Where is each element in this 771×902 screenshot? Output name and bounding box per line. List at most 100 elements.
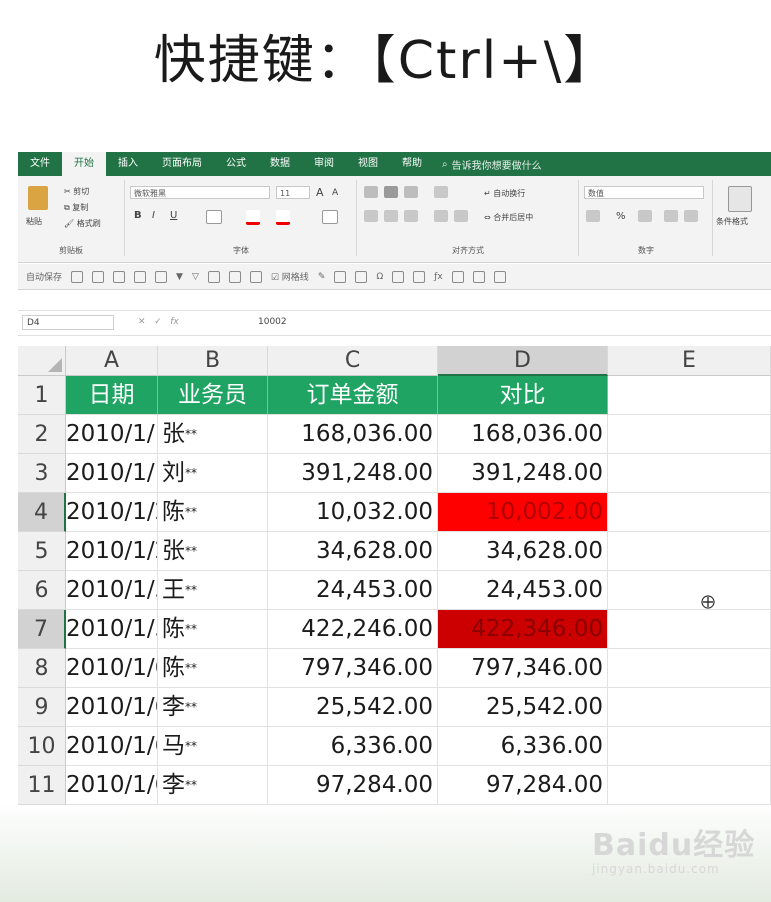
select-all-corner[interactable] [18,346,66,376]
font-color-icon[interactable] [276,210,290,225]
filter-icon[interactable]: ▼ [176,272,183,282]
format-painter-button[interactable]: 🖌 格式刷 [64,218,101,229]
tab-6[interactable]: 审阅 [302,152,346,176]
cell-a4[interactable]: 2010/1/2 [66,493,158,532]
column-header-d[interactable]: D [438,346,608,376]
cell-a11[interactable]: 2010/1/6 [66,766,158,805]
border-icon[interactable] [206,210,222,224]
cell-c5[interactable]: 34,628.00 [268,532,438,571]
conditional-formatting-icon[interactable] [728,186,752,212]
cell-b8[interactable]: 陈** [158,649,268,688]
cell-e7[interactable] [608,610,771,649]
currency-icon[interactable] [586,210,600,222]
row-header[interactable]: 5 [18,532,66,571]
cell-b6[interactable]: 王** [158,571,268,610]
cell-b3[interactable]: 刘** [158,454,268,493]
pivot-icon[interactable] [451,270,464,283]
decrease-decimal-icon[interactable] [684,210,698,222]
cell-b7[interactable]: 陈** [158,610,268,649]
align-center-icon[interactable] [384,210,398,222]
tab-4[interactable]: 公式 [214,152,258,176]
tab-2[interactable]: 插入 [106,152,150,176]
cell-e11[interactable] [608,766,771,805]
tell-me-box[interactable]: ⌕ 告诉我你想要做什么 [442,157,542,172]
cell-b10[interactable]: 马** [158,727,268,766]
cell-c8[interactable]: 797,346.00 [268,649,438,688]
align-top-icon[interactable] [364,186,378,198]
italic-button[interactable]: I [152,210,155,221]
orientation-icon[interactable] [434,186,448,198]
cell-e2[interactable] [608,415,771,454]
row-header[interactable]: 7 [18,610,66,649]
fill-color-icon[interactable] [246,210,260,225]
freeze-icon[interactable] [472,270,485,283]
cell-b1[interactable]: 业务员 [158,376,268,415]
cell-d5[interactable]: 34,628.00 [438,532,608,571]
cell-d4[interactable]: 10,002.00 [438,493,608,532]
comma-icon[interactable] [638,210,652,222]
row-header[interactable]: 10 [18,727,66,766]
cell-a10[interactable]: 2010/1/6 [66,727,158,766]
table-icon[interactable] [249,270,262,283]
print-icon[interactable] [155,270,168,283]
print-preview-icon[interactable] [134,270,147,283]
grow-font-button[interactable]: A [316,186,324,199]
clear-filter-icon[interactable]: ▽ [192,272,199,282]
brush-icon-qat[interactable]: ✎ [318,272,326,282]
function-icon[interactable]: ƒx [434,272,443,282]
cell-e9[interactable] [608,688,771,727]
cell-c2[interactable]: 168,036.00 [268,415,438,454]
number-format-select[interactable]: 数值 [584,186,704,199]
row-header[interactable]: 8 [18,649,66,688]
cell-a5[interactable]: 2010/1/2 [66,532,158,571]
tab-1[interactable]: 开始 [62,152,106,176]
align-right-icon[interactable] [404,210,418,222]
gridlines-checkbox[interactable]: ☑ 网格线 [271,270,309,283]
cell-d1[interactable]: 对比 [438,376,608,415]
font-name-select[interactable]: 微软雅黑 [130,186,270,199]
camera-icon[interactable] [355,270,368,283]
conditional-formatting-button[interactable]: 条件格式 [716,216,748,227]
cell-b11[interactable]: 李** [158,766,268,805]
percent-button[interactable]: % [616,211,626,222]
wrap-text-button[interactable]: ↵ 自动换行 [484,188,525,199]
cell-a7[interactable]: 2010/1/5 [66,610,158,649]
cell-d8[interactable]: 797,346.00 [438,649,608,688]
cell-e10[interactable] [608,727,771,766]
cell-a1[interactable]: 日期 [66,376,158,415]
sort-icon[interactable] [207,270,220,283]
shrink-font-button[interactable]: A [332,188,338,198]
omega-icon[interactable]: Ω [376,272,383,282]
cell-d7[interactable]: 422,346.00 [438,610,608,649]
underline-button[interactable]: U [170,210,177,221]
cell-c3[interactable]: 391,248.00 [268,454,438,493]
row-header[interactable]: 3 [18,454,66,493]
cell-a6[interactable]: 2010/1/5 [66,571,158,610]
decrease-indent-icon[interactable] [434,210,448,222]
cell-b5[interactable]: 张** [158,532,268,571]
new-icon[interactable] [71,270,84,283]
cell-a9[interactable]: 2010/1/6 [66,688,158,727]
cell-e5[interactable] [608,532,771,571]
cell-d6[interactable]: 24,453.00 [438,571,608,610]
cell-c1[interactable]: 订单金额 [268,376,438,415]
cell-c7[interactable]: 422,246.00 [268,610,438,649]
cell-a3[interactable]: 2010/1/1 [66,454,158,493]
tab-0[interactable]: 文件 [18,152,62,176]
cell-b2[interactable]: 张** [158,415,268,454]
cell-e6[interactable] [608,571,771,610]
cell-e3[interactable] [608,454,771,493]
align-bottom-icon[interactable] [404,186,418,198]
tab-3[interactable]: 页面布局 [150,152,214,176]
row-header[interactable]: 6 [18,571,66,610]
cell-e1[interactable] [608,376,771,415]
cut-button[interactable]: ✂ 剪切 [64,186,89,197]
phonetic-icon[interactable] [322,210,338,224]
chart-icon[interactable] [334,270,347,283]
row-header[interactable]: 4 [18,493,66,532]
save-icon[interactable] [113,270,126,283]
cell-c6[interactable]: 24,453.00 [268,571,438,610]
tab-5[interactable]: 数据 [258,152,302,176]
align-left-icon[interactable] [364,210,378,222]
column-header-a[interactable]: A [66,346,158,376]
